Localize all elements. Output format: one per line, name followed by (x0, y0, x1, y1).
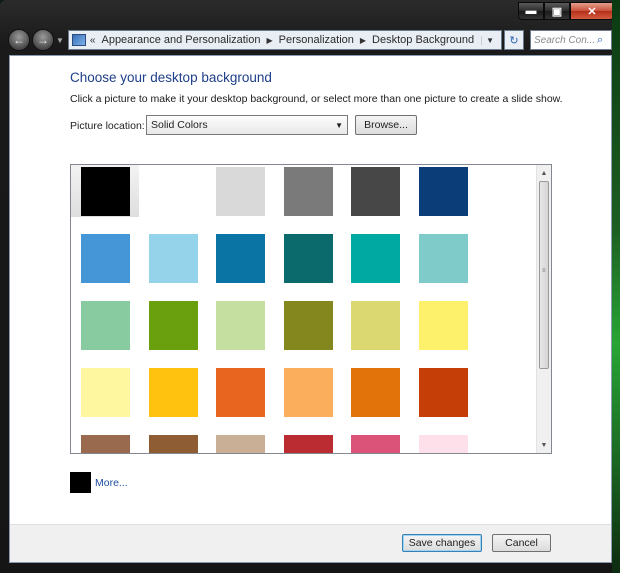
color-swatch[interactable] (418, 234, 468, 283)
breadcrumb-desktop-background[interactable]: Desktop Background (372, 34, 474, 46)
color-swatch[interactable] (351, 368, 400, 417)
caption-buttons: ▬ ▣ ✕ (518, 2, 614, 20)
color-swatch[interactable] (216, 368, 265, 417)
cancel-button[interactable]: Cancel (492, 534, 551, 552)
color-swatch[interactable] (418, 368, 468, 417)
page-subtitle: Click a picture to make it your desktop … (70, 93, 563, 105)
recent-pages-dropdown[interactable]: ▼ (56, 36, 64, 45)
color-swatch-list: ▲ ≡ ▼ (70, 164, 552, 454)
cancel-label: Cancel (505, 537, 538, 549)
breadcrumb-personalization[interactable]: Personalization (279, 34, 354, 46)
color-swatch[interactable] (81, 301, 130, 350)
color-swatch[interactable] (148, 167, 198, 216)
maximize-button[interactable]: ▣ (544, 2, 570, 20)
color-swatch[interactable] (216, 301, 265, 350)
search-placeholder: Search Con... (534, 34, 596, 46)
color-swatch[interactable] (148, 301, 198, 350)
color-swatch[interactable] (81, 368, 130, 417)
color-swatch[interactable] (283, 234, 333, 283)
color-swatch[interactable] (418, 167, 468, 216)
back-arrow-icon: ← (13, 33, 25, 47)
picture-location-select[interactable]: Solid Colors ▼ (146, 115, 348, 135)
color-swatch[interactable] (216, 167, 265, 216)
save-label: Save changes (408, 537, 476, 549)
address-dropdown-icon[interactable]: ▼ (481, 35, 498, 45)
color-swatch[interactable] (148, 234, 198, 283)
color-swatch[interactable] (418, 435, 468, 453)
window: ▬ ▣ ✕ ← → ▼ « Appearance and Personaliza… (0, 0, 620, 573)
breadcrumb-appearance[interactable]: Appearance and Personalization (101, 34, 260, 46)
color-swatch[interactable] (81, 435, 130, 453)
close-button[interactable]: ✕ (570, 2, 614, 20)
control-panel-icon (71, 34, 86, 46)
minimize-button[interactable]: ▬ (518, 2, 544, 20)
more-colors-link[interactable]: More... (95, 477, 128, 489)
vertical-scrollbar[interactable]: ▲ ≡ ▼ (536, 165, 551, 453)
navigation-bar: ← → ▼ « Appearance and Personalization ▶… (8, 26, 612, 54)
color-swatch[interactable] (81, 234, 130, 283)
color-swatch[interactable] (81, 167, 130, 216)
picture-location-label: Picture location: (70, 120, 145, 132)
desktop-edge (612, 0, 620, 573)
color-swatch[interactable] (351, 234, 400, 283)
content-pane: Choose your desktop background Click a p… (9, 55, 612, 563)
page-title: Choose your desktop background (70, 70, 272, 85)
color-swatch[interactable] (351, 435, 400, 453)
color-swatch[interactable] (283, 368, 333, 417)
address-bar[interactable]: « Appearance and Personalization ▶ Perso… (67, 30, 502, 50)
color-swatch[interactable] (216, 435, 265, 453)
refresh-button[interactable]: ↻ (504, 30, 524, 50)
color-swatch[interactable] (148, 368, 198, 417)
scroll-up-icon[interactable]: ▲ (537, 166, 551, 180)
color-swatch[interactable] (351, 301, 400, 350)
back-button[interactable]: ← (8, 29, 30, 51)
chevron-down-icon: ▼ (335, 120, 343, 130)
forward-arrow-icon: → (37, 33, 49, 47)
search-input[interactable]: Search Con... ⌕ (530, 30, 612, 50)
scroll-down-icon[interactable]: ▼ (537, 438, 551, 452)
save-changes-button[interactable]: Save changes (402, 534, 482, 552)
swatch-grid (71, 165, 537, 453)
color-swatch[interactable] (418, 301, 468, 350)
more-color-swatch[interactable] (70, 472, 91, 493)
color-swatch[interactable] (283, 301, 333, 350)
browse-label: Browse... (364, 119, 408, 131)
footer: Save changes Cancel (10, 524, 611, 562)
chevron-right-icon[interactable]: ▶ (360, 36, 366, 45)
search-icon[interactable]: ⌕ (597, 34, 611, 47)
color-swatch[interactable] (148, 435, 198, 453)
color-swatch[interactable] (283, 167, 333, 216)
picture-location-value: Solid Colors (151, 119, 208, 131)
grip-icon: ≡ (542, 268, 546, 274)
color-swatch[interactable] (216, 234, 265, 283)
scroll-thumb[interactable]: ≡ (539, 181, 549, 369)
browse-button[interactable]: Browse... (355, 115, 417, 135)
refresh-icon: ↻ (509, 34, 519, 47)
forward-button[interactable]: → (32, 29, 54, 51)
color-swatch[interactable] (283, 435, 333, 453)
chevron-right-icon[interactable]: ▶ (267, 36, 273, 45)
breadcrumb-overflow[interactable]: « (90, 35, 96, 46)
color-swatch[interactable] (351, 167, 400, 216)
